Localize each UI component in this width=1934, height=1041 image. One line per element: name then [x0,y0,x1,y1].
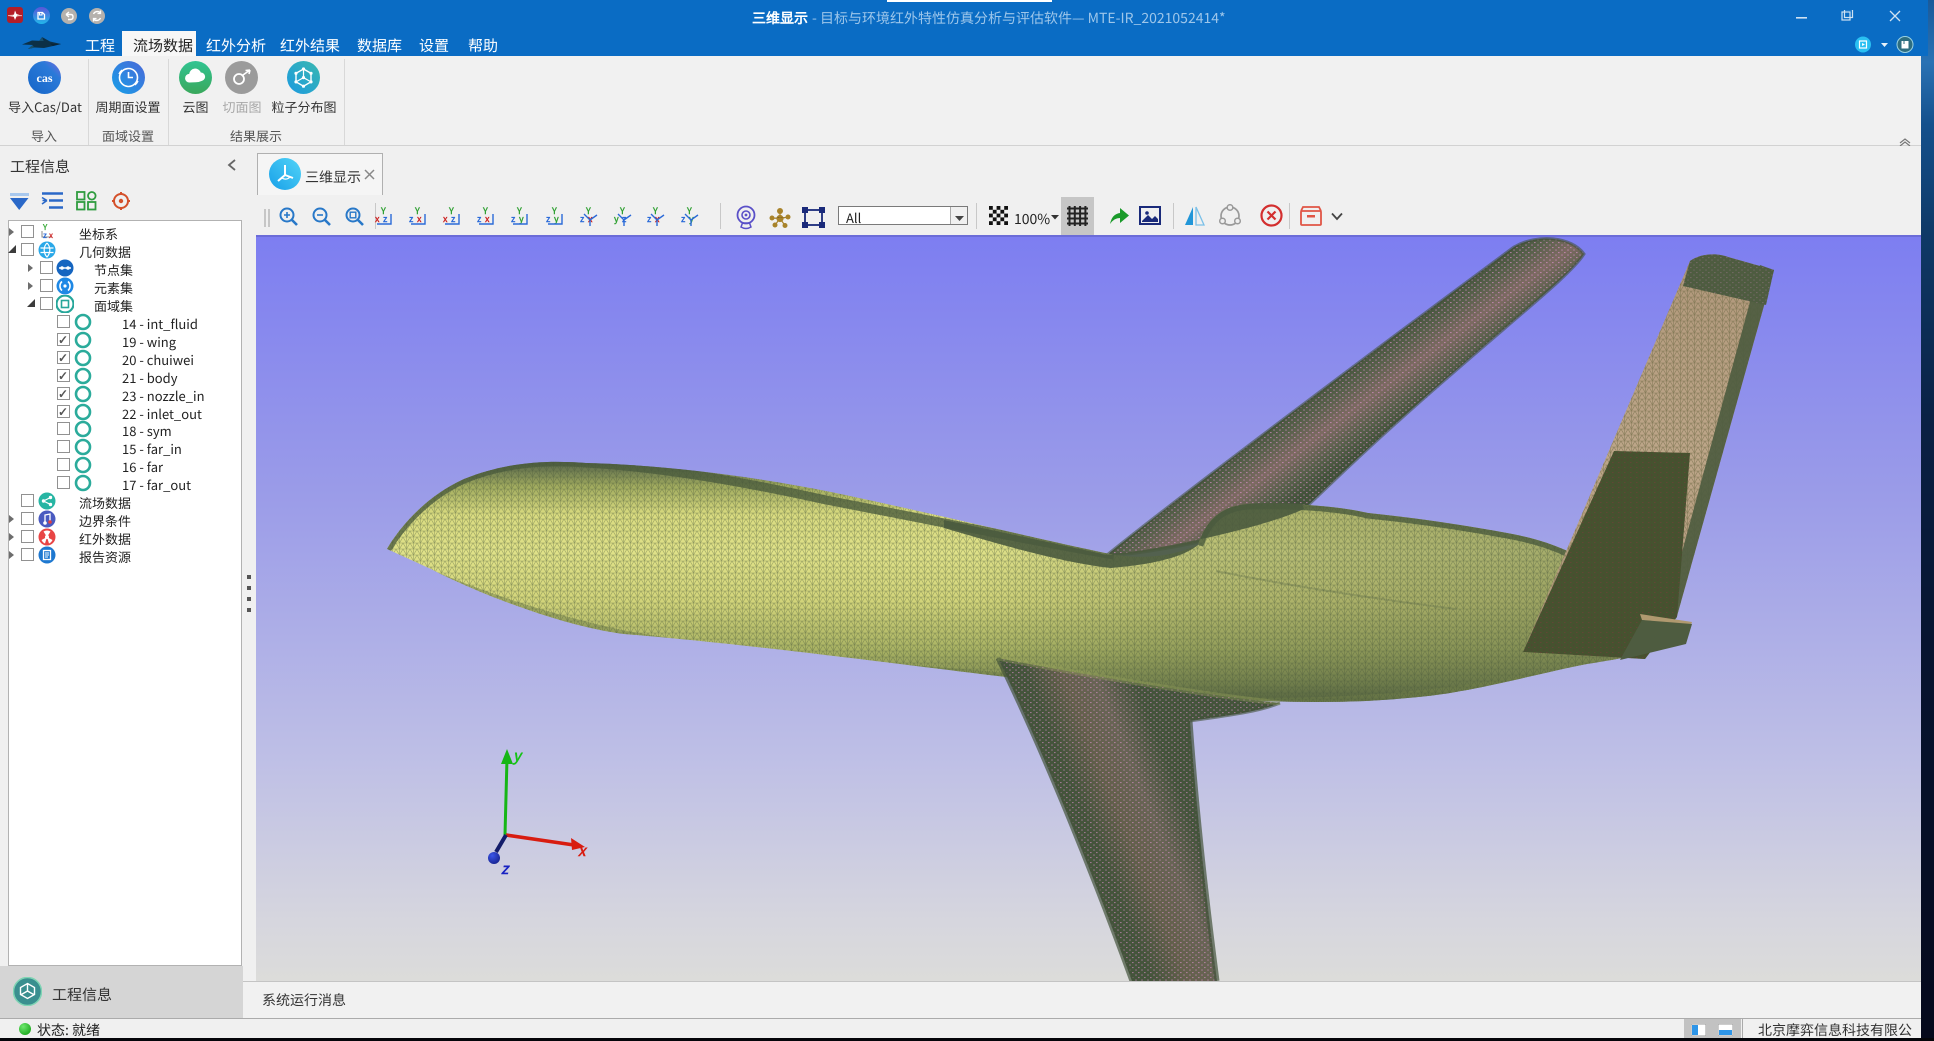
svg-text:z: z [546,212,551,225]
svg-text:z: z [409,212,414,225]
svg-text:z: z [43,230,47,241]
svg-text:x: x [442,212,448,225]
svg-text:x: x [374,212,380,225]
svg-text:z: z [477,212,482,225]
svg-text:x: x [48,230,54,241]
svg-text:cas: cas [37,71,53,85]
svg-text:z: z [511,212,516,225]
